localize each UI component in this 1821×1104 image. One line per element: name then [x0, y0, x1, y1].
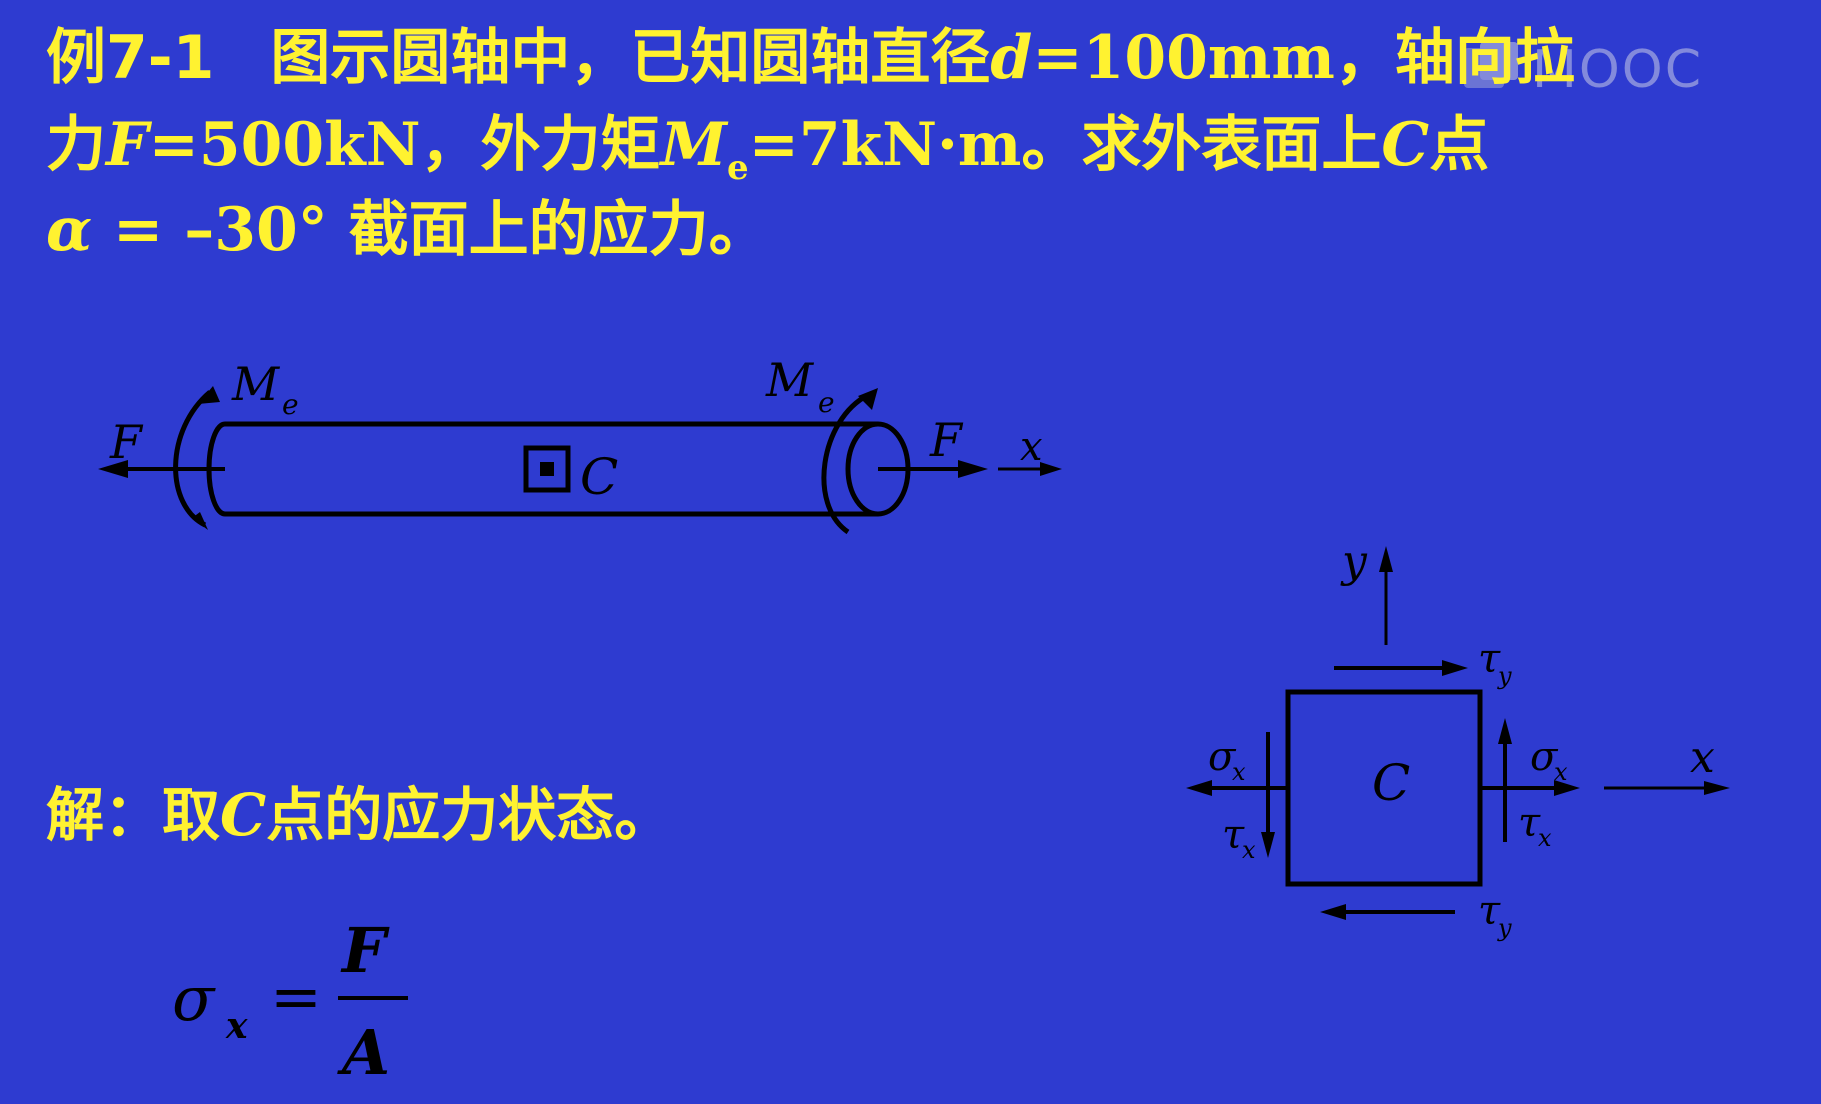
formula-numerator: F	[340, 914, 390, 987]
slide: MOOC 例7-1 图示圆轴中，已知圆轴直径d=100mm，轴向拉 力F=500k…	[0, 0, 1821, 1104]
formula-equals: =	[270, 960, 322, 1033]
formula-denominator: A	[337, 1016, 390, 1089]
formula-lhs-sub: x	[225, 1005, 248, 1047]
formula-sigma-x: σ x = F A	[172, 914, 408, 1089]
formula-lhs: σ	[172, 962, 216, 1035]
